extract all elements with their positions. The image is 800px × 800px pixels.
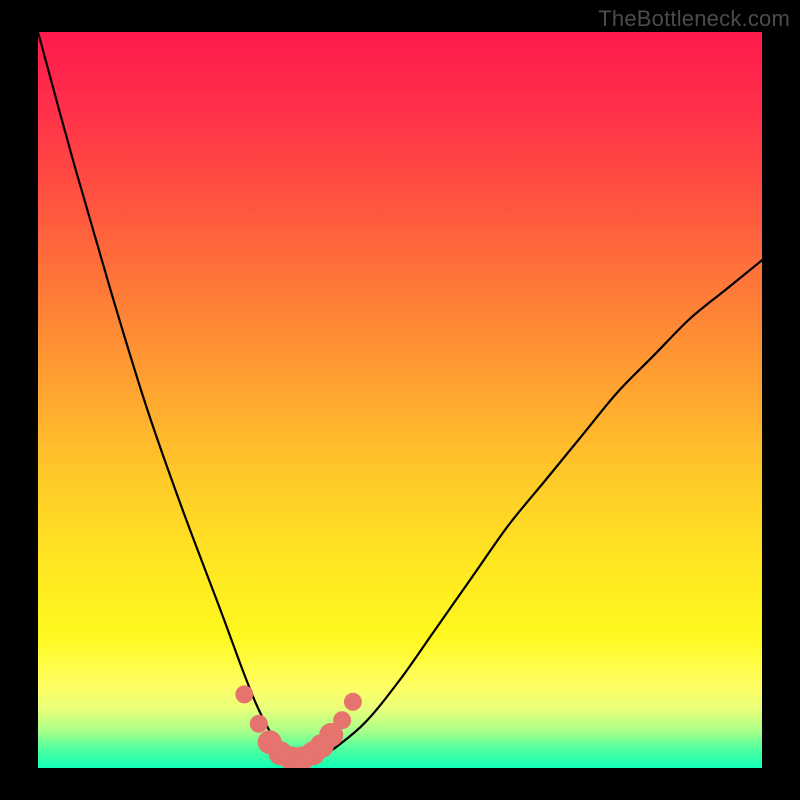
bottleneck-curve <box>38 32 762 762</box>
highlight-dot <box>344 693 362 711</box>
watermark-text: TheBottleneck.com <box>598 6 790 32</box>
chart-frame: TheBottleneck.com <box>0 0 800 800</box>
chart-plot-area <box>38 32 762 768</box>
chart-svg <box>38 32 762 768</box>
highlight-dot <box>235 685 253 703</box>
highlight-dot <box>333 711 351 729</box>
highlight-dot <box>250 715 268 733</box>
